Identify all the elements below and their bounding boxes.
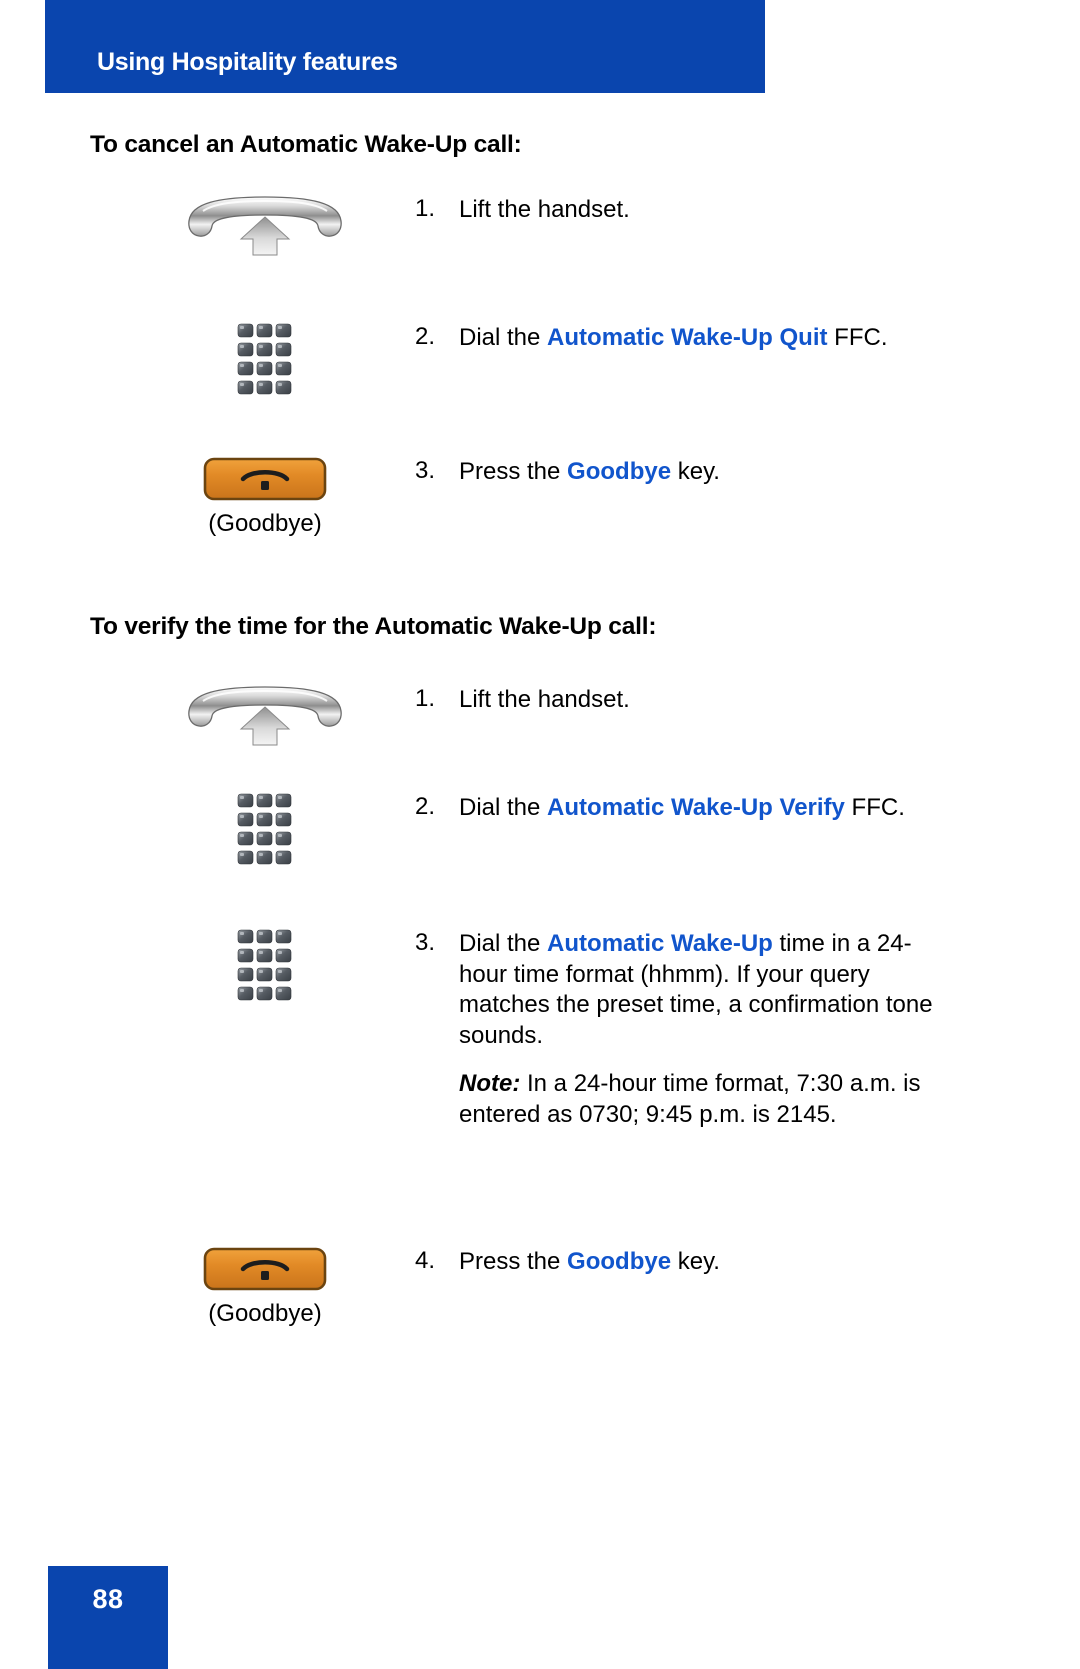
note-text: In a 24-hour time format, 7:30 a.m. is e… <box>459 1070 921 1128</box>
step-number: 3. <box>415 929 436 956</box>
step-number: 1. <box>415 195 436 222</box>
step-number: 1. <box>415 685 436 712</box>
step-number: 2. <box>415 323 436 350</box>
step-row: 1. Lift the handset. <box>0 195 1080 293</box>
step-text-pre: Dial the <box>459 930 548 957</box>
step-text-cell: 4. Press the Goodbye key. <box>415 1247 935 1278</box>
step-text-cell: 2. Dial the Automatic Wake-Up Quit FFC. <box>415 323 935 354</box>
step-instruction: Lift the handset. <box>459 685 935 716</box>
step-instruction: Press the Goodbye key. <box>459 1247 935 1278</box>
section-verify-wakeup: To verify the time for the Automatic Wak… <box>0 613 1080 1357</box>
step-row: (Goodbye) 3. Press the Goodbye key. <box>0 457 1080 557</box>
feature-keyword: Automatic Wake-Up <box>547 930 773 957</box>
step-text-post: key. <box>671 458 720 485</box>
page-body: To cancel an Automatic Wake-Up call: 1. … <box>0 93 1080 1357</box>
step-row: 2. Dial the Automatic Wake-Up Verify FFC… <box>0 793 1080 921</box>
page-footer-box: 88 <box>48 1566 168 1669</box>
goodbye-key-icon[interactable] <box>203 457 327 501</box>
step-text-cell: 3. Dial the Automatic Wake-Up time in a … <box>415 929 935 1130</box>
page-number: 88 <box>92 1584 124 1614</box>
step-text-pre: Lift the handset. <box>459 686 630 713</box>
step-text-pre: Press the <box>459 458 568 485</box>
section-heading: To cancel an Automatic Wake-Up call: <box>90 131 522 158</box>
feature-keyword: Automatic Wake-Up Verify <box>547 794 845 821</box>
handset-lift-icon <box>185 195 345 257</box>
goodbye-key-caption: (Goodbye) <box>208 510 322 537</box>
step-instruction: Dial the Automatic Wake-Up Verify FFC. <box>459 793 935 824</box>
step-instruction: Dial the Automatic Wake-Up Quit FFC. <box>459 323 935 354</box>
step-row: 2. Dial the Automatic Wake-Up Quit FFC. <box>0 323 1080 433</box>
goodbye-key-caption: (Goodbye) <box>208 1300 322 1327</box>
feature-keyword: Automatic Wake-Up Quit <box>547 324 828 351</box>
page-title: Using Hospitality features <box>97 48 398 76</box>
step-icon-cell <box>170 929 360 1008</box>
step-number: 3. <box>415 457 436 484</box>
step-text-cell: 1. Lift the handset. <box>415 195 935 226</box>
step-icon-cell: (Goodbye) <box>170 1247 360 1326</box>
section-cancel-wakeup: To cancel an Automatic Wake-Up call: 1. … <box>0 131 1080 557</box>
step-text-cell: 2. Dial the Automatic Wake-Up Verify FFC… <box>415 793 935 824</box>
step-text-cell: 3. Press the Goodbye key. <box>415 457 935 488</box>
step-instruction: Press the Goodbye key. <box>459 457 935 488</box>
step-text-pre: Dial the <box>459 794 548 821</box>
note-label: Note: <box>459 1070 521 1097</box>
step-text-cell: 1. Lift the handset. <box>415 685 935 716</box>
goodbye-key-icon[interactable] <box>203 1247 327 1291</box>
keypad-icon <box>237 793 293 867</box>
step-text-post: FFC. <box>844 794 905 821</box>
keypad-icon <box>237 323 293 397</box>
step-icon-cell: (Goodbye) <box>170 457 360 536</box>
step-text-pre: Dial the <box>459 324 548 351</box>
page-header-banner: Using Hospitality features <box>45 0 765 93</box>
step-icon-cell <box>170 195 360 262</box>
step-icon-cell <box>170 793 360 872</box>
step-number: 4. <box>415 1247 436 1274</box>
handset-lift-icon <box>185 685 345 747</box>
step-text-post: key. <box>671 1248 720 1275</box>
feature-keyword: Goodbye <box>567 1248 672 1275</box>
step-number: 2. <box>415 793 436 820</box>
section-heading: To verify the time for the Automatic Wak… <box>90 613 657 640</box>
step-icon-cell <box>170 685 360 752</box>
step-row: (Goodbye) 4. Press the Goodbye key. <box>0 1247 1080 1357</box>
step-row: 1. Lift the handset. <box>0 685 1080 785</box>
step-text-post: FFC. <box>827 324 888 351</box>
step-text-pre: Lift the handset. <box>459 196 630 223</box>
keypad-icon <box>237 929 293 1003</box>
note-block: Note: In a 24-hour time format, 7:30 a.m… <box>459 1069 935 1130</box>
step-instruction: Dial the Automatic Wake-Up time in a 24-… <box>459 929 935 1051</box>
step-instruction: Lift the handset. <box>459 195 935 226</box>
feature-keyword: Goodbye <box>567 458 672 485</box>
step-row: 3. Dial the Automatic Wake-Up time in a … <box>0 929 1080 1229</box>
step-text-pre: Press the <box>459 1248 568 1275</box>
step-icon-cell <box>170 323 360 402</box>
